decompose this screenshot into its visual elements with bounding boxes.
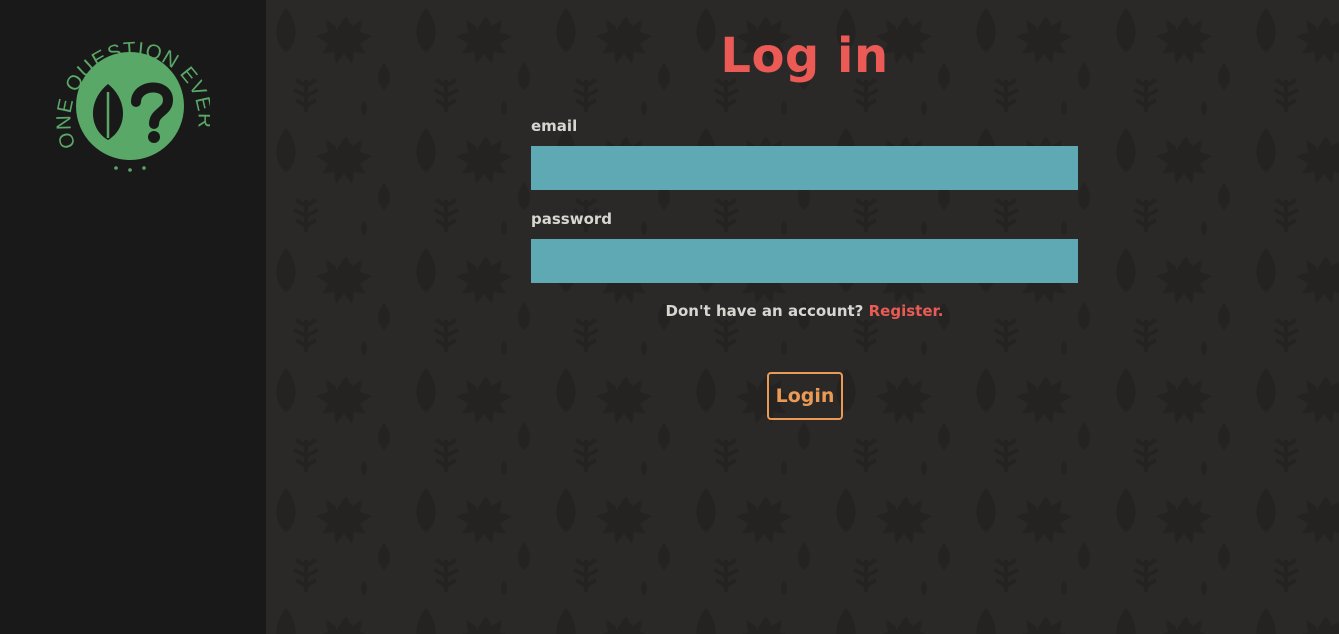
logo-dot — [142, 166, 146, 170]
app-root: ONE QUESTION EVERY DAY — [0, 0, 1339, 634]
email-input[interactable] — [531, 146, 1078, 190]
register-link[interactable]: Register. — [869, 302, 944, 320]
main-panel: Log in email password Don't have an acco… — [266, 0, 1339, 634]
password-label: password — [531, 210, 613, 228]
page-title: Log in — [720, 28, 889, 84]
logo[interactable]: ONE QUESTION EVERY DAY — [50, 28, 210, 178]
register-prompt-text: Don't have an account? — [665, 302, 864, 320]
sidebar: ONE QUESTION EVERY DAY — [0, 0, 266, 634]
email-label: email — [531, 117, 578, 135]
register-prompt: Don't have an account? Register. — [531, 302, 1078, 320]
logo-dot — [128, 168, 132, 172]
logo-dot — [114, 166, 118, 170]
password-input[interactable] — [531, 239, 1078, 283]
login-button[interactable]: Login — [767, 372, 843, 420]
